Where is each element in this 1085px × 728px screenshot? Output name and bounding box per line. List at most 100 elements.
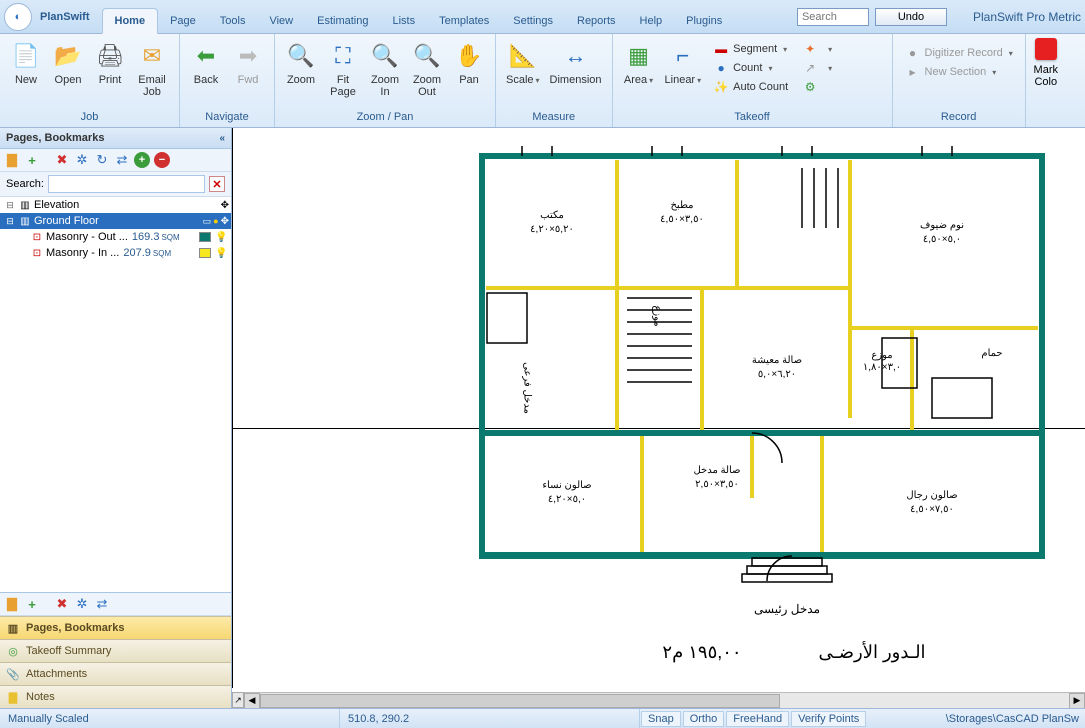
move-icon[interactable]: ✥ bbox=[221, 200, 229, 211]
delete-icon[interactable]: ✖ bbox=[54, 596, 70, 612]
notes-icon: ▇ bbox=[6, 690, 20, 704]
zoom-button[interactable]: 🔍Zoom bbox=[281, 38, 321, 88]
sidebar-search-input[interactable] bbox=[48, 175, 205, 193]
tab-plugins[interactable]: Plugins bbox=[674, 9, 734, 33]
area-button[interactable]: ▦Area▾ bbox=[619, 38, 659, 88]
sidebar-header: Pages, Bookmarks « bbox=[0, 128, 231, 149]
scale-button[interactable]: 📐Scale▾ bbox=[502, 38, 544, 88]
segment-button[interactable]: ▬Segment▾ bbox=[711, 40, 790, 58]
folder-icon[interactable]: ▇ bbox=[4, 152, 20, 168]
ortho-toggle[interactable]: Ortho bbox=[683, 711, 725, 727]
undo-button[interactable]: Undo bbox=[875, 8, 947, 26]
tab-view[interactable]: View bbox=[257, 9, 305, 33]
color-swatch[interactable] bbox=[199, 232, 211, 242]
horizontal-scrollbar[interactable]: ◀ ▶ bbox=[244, 692, 1085, 708]
folder-icon: 📂 bbox=[52, 40, 84, 72]
count-icon: ● bbox=[713, 60, 729, 76]
scroll-thumb[interactable] bbox=[260, 694, 780, 708]
digitizer-record-button[interactable]: ●Digitizer Record▾ bbox=[903, 44, 1015, 62]
zoom-in-button[interactable]: 🔍Zoom In bbox=[365, 38, 405, 100]
collapse-icon[interactable]: « bbox=[219, 133, 225, 144]
add-icon[interactable]: + bbox=[24, 596, 40, 612]
fwd-button[interactable]: ➡Fwd bbox=[228, 38, 268, 88]
count-button[interactable]: ●Count▾ bbox=[711, 59, 790, 77]
single-click-button[interactable]: ✦▾ bbox=[800, 40, 834, 58]
dimension-button[interactable]: ↔Dimension bbox=[546, 38, 606, 88]
accordion-notes[interactable]: ▇Notes bbox=[0, 685, 231, 708]
delete-icon[interactable]: ✖ bbox=[54, 152, 70, 168]
new-button[interactable]: 📄New bbox=[6, 38, 46, 88]
group-zoom-title: Zoom / Pan bbox=[281, 109, 489, 127]
transfer-icon[interactable]: ⇄ bbox=[114, 152, 130, 168]
bulb-icon[interactable]: 💡 bbox=[215, 248, 227, 259]
search-input[interactable] bbox=[797, 8, 869, 26]
new-section-button[interactable]: ▸New Section▾ bbox=[903, 63, 1015, 81]
zoom-out-icon: 🔍 bbox=[411, 40, 443, 72]
lock-icon[interactable]: ● bbox=[213, 216, 218, 226]
svg-text:موزع: موزع bbox=[652, 305, 663, 326]
move-icon[interactable]: ✥ bbox=[221, 216, 229, 227]
tab-lists[interactable]: Lists bbox=[380, 9, 427, 33]
status-coords: 510.8, 290.2 bbox=[340, 709, 640, 728]
tab-home[interactable]: Home bbox=[102, 8, 159, 34]
status-scale: Manually Scaled bbox=[0, 709, 340, 728]
page-icon: ▥ bbox=[18, 198, 32, 212]
add-icon[interactable]: + bbox=[24, 152, 40, 168]
sidebar: Pages, Bookmarks « ▇ + ✖ ✲ ↻ ⇄ + − Searc… bbox=[0, 128, 232, 708]
tab-settings[interactable]: Settings bbox=[501, 9, 565, 33]
back-button[interactable]: ⬅Back bbox=[186, 38, 226, 88]
tab-page[interactable]: Page bbox=[158, 9, 208, 33]
refresh-icon[interactable]: ↻ bbox=[94, 152, 110, 168]
color-swatch[interactable] bbox=[199, 248, 211, 258]
auto-count-button[interactable]: ✨Auto Count bbox=[711, 78, 790, 96]
svg-text:مدخل رئيسى: مدخل رئيسى bbox=[754, 602, 820, 616]
tree-item-masonry-out[interactable]: ⊡ Masonry - Out ... 169.3SQM 💡 bbox=[0, 229, 231, 245]
svg-text:٣,٥٠×٢,٥٠: ٣,٥٠×٢,٥٠ bbox=[695, 479, 739, 490]
verify-toggle[interactable]: Verify Points bbox=[791, 711, 866, 727]
tab-estimating[interactable]: Estimating bbox=[305, 9, 380, 33]
fit-page-button[interactable]: ⛶Fit Page bbox=[323, 38, 363, 100]
accordion-attachments[interactable]: 📎Attachments bbox=[0, 662, 231, 685]
canvas[interactable]: مكتب ٥,٢٠×٤,٢٠ مطبخ ٣,٥٠×٤,٥٠ نوم ضيوف ٥… bbox=[232, 128, 1085, 708]
clear-search-icon[interactable]: ✕ bbox=[209, 176, 225, 192]
send-data-button[interactable]: ↗▾ bbox=[800, 59, 834, 77]
settings-icon[interactable]: ✲ bbox=[74, 596, 90, 612]
zoom-in-icon: 🔍 bbox=[369, 40, 401, 72]
tab-help[interactable]: Help bbox=[628, 9, 675, 33]
page-tree[interactable]: ⊟ ▥ Elevation ✥ ⊟ ▥ Ground Floor ▭ ● ✥ ⊡… bbox=[0, 197, 231, 592]
settings-icon[interactable]: ✲ bbox=[74, 152, 90, 168]
pan-button[interactable]: ✋Pan bbox=[449, 38, 489, 88]
tab-tools[interactable]: Tools bbox=[208, 9, 258, 33]
tree-item-masonry-in[interactable]: ⊡ Masonry - In ... 207.9SQM 💡 bbox=[0, 245, 231, 261]
freehand-toggle[interactable]: FreeHand bbox=[726, 711, 789, 727]
color-swatch-icon[interactable] bbox=[1035, 38, 1057, 60]
tree-item-elevation[interactable]: ⊟ ▥ Elevation ✥ bbox=[0, 197, 231, 213]
linear-button[interactable]: ⌐Linear▾ bbox=[661, 38, 706, 88]
scroll-right-icon[interactable]: ▶ bbox=[1069, 693, 1085, 709]
print-button[interactable]: 🖨Print bbox=[90, 38, 130, 88]
email-job-button[interactable]: ✉Email Job bbox=[132, 38, 172, 100]
pin-icon[interactable]: ▭ bbox=[203, 216, 212, 227]
folder-icon[interactable]: ▇ bbox=[4, 596, 20, 612]
snap-toggle[interactable]: Snap bbox=[641, 711, 681, 727]
accordion-pages[interactable]: ▥Pages, Bookmarks bbox=[0, 616, 231, 639]
bulb-icon[interactable]: 💡 bbox=[215, 232, 227, 243]
takeoff-extra-button[interactable]: ⚙ bbox=[800, 78, 834, 96]
tree-item-ground-floor[interactable]: ⊟ ▥ Ground Floor ▭ ● ✥ bbox=[0, 213, 231, 229]
svg-text:٥,٠×٤,٥٠: ٥,٠×٤,٥٠ bbox=[923, 234, 961, 245]
svg-text:الـدور الأرضـى: الـدور الأرضـى bbox=[818, 640, 925, 663]
tab-templates[interactable]: Templates bbox=[427, 9, 501, 33]
expand-handle-icon[interactable]: ↗ bbox=[232, 692, 244, 708]
remove-red-icon[interactable]: − bbox=[154, 152, 170, 168]
expand-icon[interactable]: ⊟ bbox=[4, 216, 16, 227]
add-green-icon[interactable]: + bbox=[134, 152, 150, 168]
sidebar-accordion: ▥Pages, Bookmarks ◎Takeoff Summary 📎Atta… bbox=[0, 616, 231, 708]
scroll-left-icon[interactable]: ◀ bbox=[244, 693, 260, 709]
expand-icon[interactable]: ⊟ bbox=[4, 200, 16, 211]
accordion-takeoff[interactable]: ◎Takeoff Summary bbox=[0, 639, 231, 662]
tab-reports[interactable]: Reports bbox=[565, 9, 628, 33]
open-button[interactable]: 📂Open bbox=[48, 38, 88, 88]
transfer-icon[interactable]: ⇄ bbox=[94, 596, 110, 612]
app-name: PlanSwift bbox=[40, 11, 90, 23]
zoom-out-button[interactable]: 🔍Zoom Out bbox=[407, 38, 447, 100]
